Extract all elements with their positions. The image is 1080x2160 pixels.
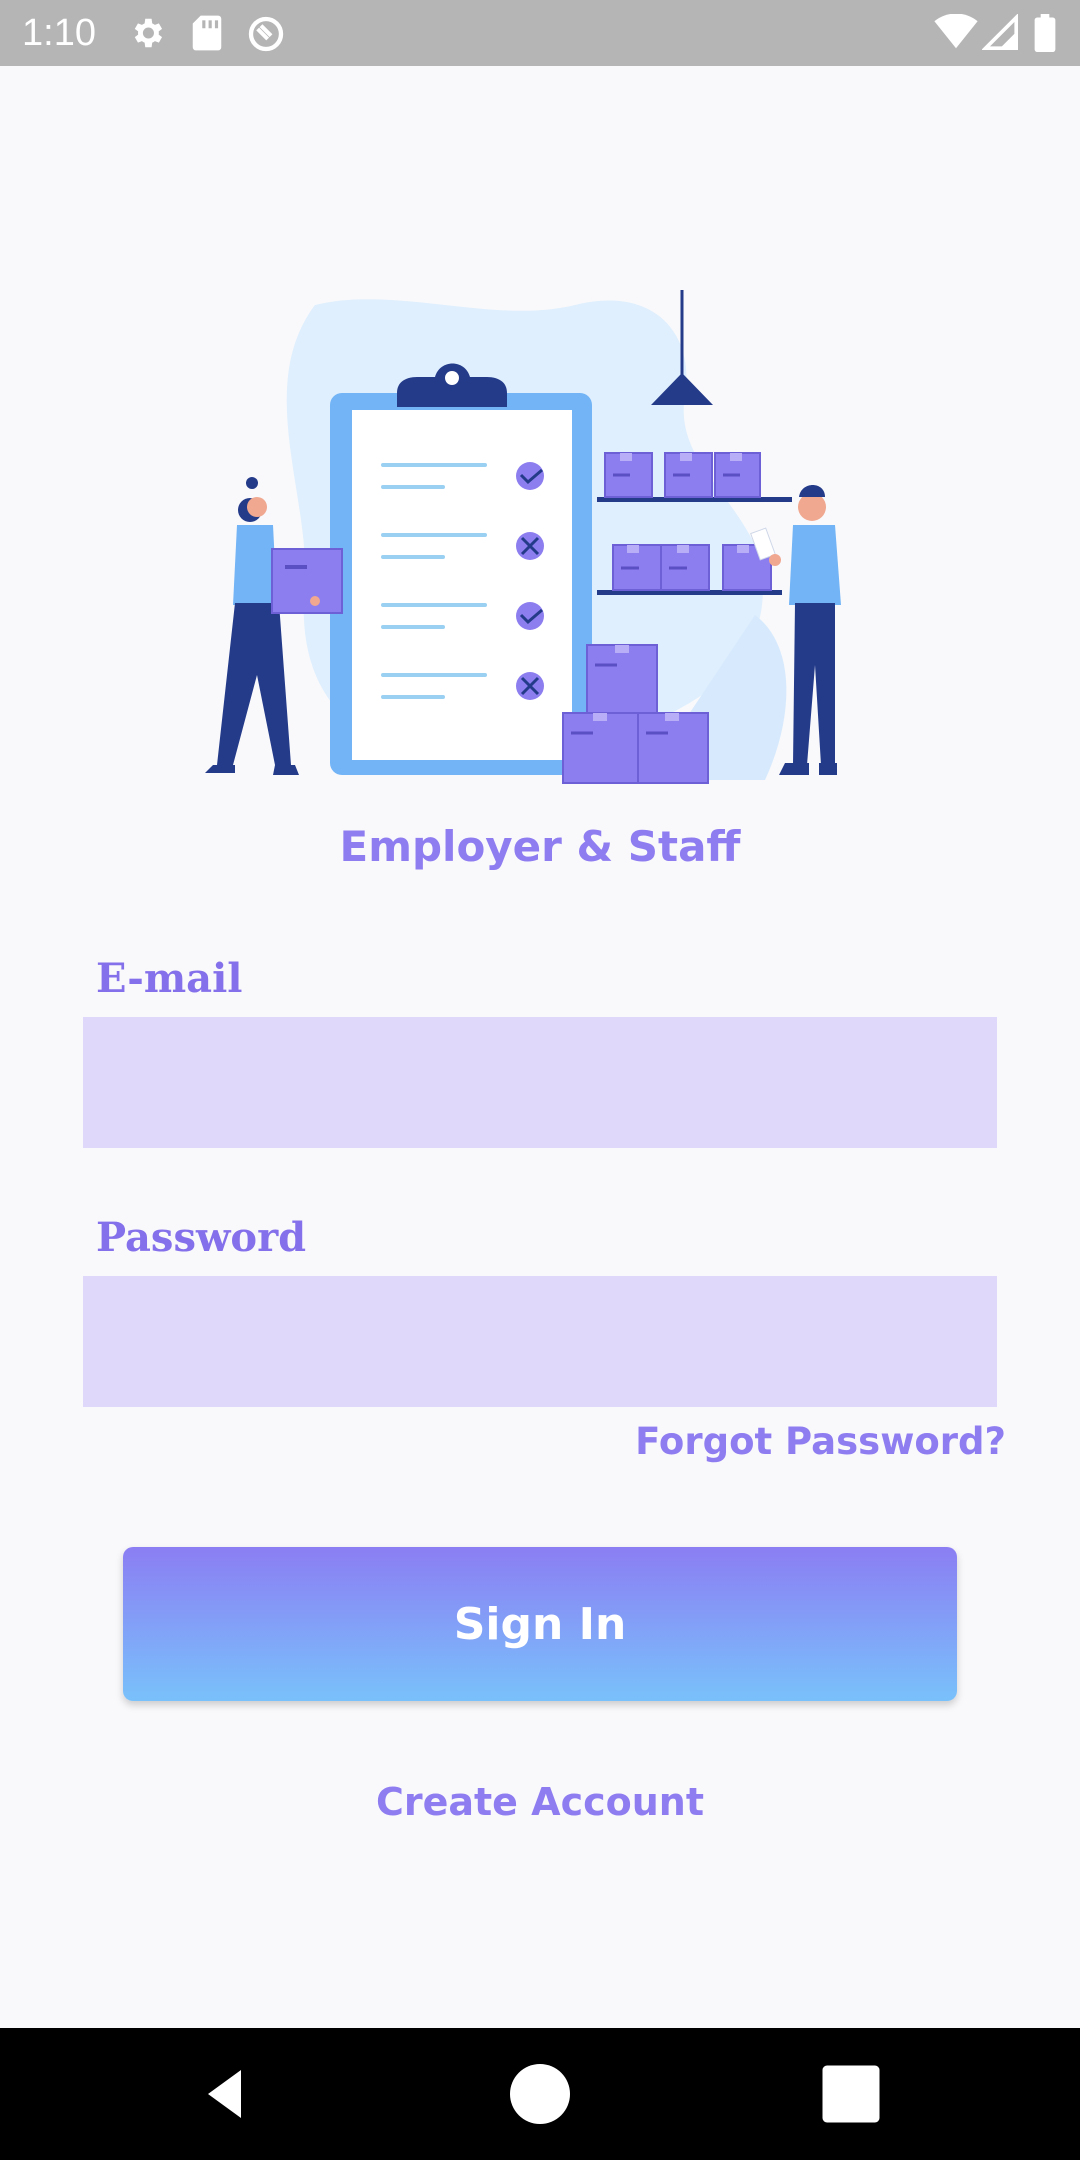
forgot-password-link[interactable]: Forgot Password? [635, 1420, 1006, 1463]
email-field[interactable] [83, 1017, 997, 1148]
navigation-bar [0, 2028, 1080, 2160]
sign-in-button[interactable]: Sign In [123, 1547, 957, 1701]
recents-icon[interactable] [815, 2058, 887, 2130]
status-time: 1:10 [22, 12, 96, 54]
home-icon[interactable] [504, 2058, 576, 2130]
gear-icon [134, 18, 163, 48]
inventory-illustration [205, 290, 841, 784]
signal-icon [982, 14, 1018, 50]
password-field[interactable] [83, 1276, 997, 1407]
wifi-icon [934, 14, 978, 49]
back-icon[interactable] [190, 2058, 262, 2130]
password-label: Password [96, 1214, 307, 1261]
create-account-link[interactable]: Create Account [0, 1780, 1080, 1824]
sync-icon [248, 16, 284, 52]
sd-card-icon [192, 15, 222, 51]
email-label: E-mail [96, 955, 243, 1002]
status-bar: 1:10 [0, 0, 1080, 66]
app-title: Employer & Staff [339, 822, 741, 871]
battery-icon [1034, 14, 1056, 52]
